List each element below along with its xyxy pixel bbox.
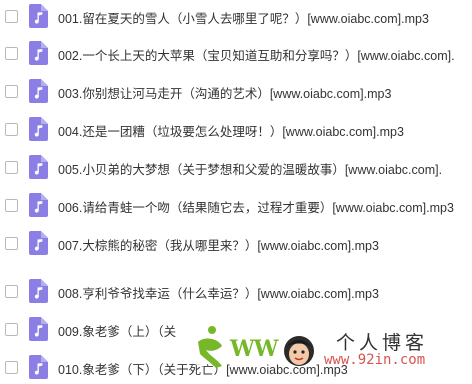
file-row[interactable]: 004.还是一团糟（垃圾要怎么处理呀！）[www.oiabc.com].mp3 — [0, 117, 472, 143]
music-note-icon — [29, 41, 48, 65]
file-name[interactable]: 004.还是一团糟（垃圾要怎么处理呀！）[www.oiabc.com].mp3 — [58, 121, 404, 140]
row-checkbox[interactable] — [5, 161, 18, 174]
row-checkbox[interactable] — [5, 123, 18, 136]
music-note-icon — [29, 117, 48, 141]
music-note-icon — [29, 155, 48, 179]
row-checkbox[interactable] — [5, 361, 18, 374]
music-note-icon — [29, 317, 48, 341]
music-note-icon — [29, 79, 48, 103]
music-note-icon — [29, 231, 48, 255]
watermark: WW 个人博客 www.92in.com — [188, 320, 472, 377]
file-row[interactable]: 001.留在夏天的雪人（小雪人去哪里了呢？）[www.oiabc.com].mp… — [0, 4, 472, 30]
row-checkbox[interactable] — [5, 85, 18, 98]
file-name[interactable]: 002.一个长上天的大苹果（宝贝知道互助和分享吗？）[www.oiabc.com… — [58, 45, 455, 64]
file-row[interactable]: 002.一个长上天的大苹果（宝贝知道互助和分享吗？）[www.oiabc.com… — [0, 41, 472, 67]
file-row[interactable]: 003.你别想让河马走开（沟通的艺术）[www.oiabc.com].mp3 — [0, 79, 472, 105]
row-checkbox[interactable] — [5, 323, 18, 336]
watermark-url: www.92in.com — [324, 352, 426, 368]
file-name[interactable]: 005.小贝弟的大梦想（关于梦想和父爱的温暖故事）[www.oiabc.com]… — [58, 159, 442, 178]
file-name[interactable]: 007.大棕熊的秘密（我从哪里来？）[www.oiabc.com].mp3 — [58, 235, 379, 254]
file-name[interactable]: 001.留在夏天的雪人（小雪人去哪里了呢？）[www.oiabc.com].mp… — [58, 8, 429, 27]
row-checkbox[interactable] — [5, 199, 18, 212]
file-row[interactable]: 008.亨利爷爷找幸运（什么幸运？）[www.oiabc.com].mp3 — [0, 279, 472, 305]
file-row[interactable]: 005.小贝弟的大梦想（关于梦想和父爱的温暖故事）[www.oiabc.com]… — [0, 155, 472, 181]
file-name[interactable]: 008.亨利爷爷找幸运（什么幸运？）[www.oiabc.com].mp3 — [58, 283, 379, 302]
music-note-icon — [29, 193, 48, 217]
file-name[interactable]: 006.请给青蛙一个吻（结果随它去，过程才重要）[www.oiabc.com].… — [58, 197, 454, 216]
row-checkbox[interactable] — [5, 10, 18, 23]
music-note-icon — [29, 4, 48, 28]
file-name[interactable]: 009.象老爹（上）（关 — [58, 321, 176, 340]
row-checkbox[interactable] — [5, 237, 18, 250]
row-checkbox[interactable] — [5, 47, 18, 60]
watermark-title: 个人博客 — [336, 332, 429, 354]
file-row[interactable]: 007.大棕熊的秘密（我从哪里来？）[www.oiabc.com].mp3 — [0, 231, 472, 257]
file-name[interactable]: 003.你别想让河马走开（沟通的艺术）[www.oiabc.com].mp3 — [58, 83, 391, 102]
watermark-mascot-icon — [284, 336, 314, 366]
row-checkbox[interactable] — [5, 285, 18, 298]
music-note-icon — [29, 279, 48, 303]
file-row[interactable]: 006.请给青蛙一个吻（结果随它去，过程才重要）[www.oiabc.com].… — [0, 193, 472, 219]
music-note-icon — [29, 355, 48, 379]
watermark-logo-letters: WW — [230, 336, 278, 362]
watermark-logo-icon — [192, 326, 226, 368]
